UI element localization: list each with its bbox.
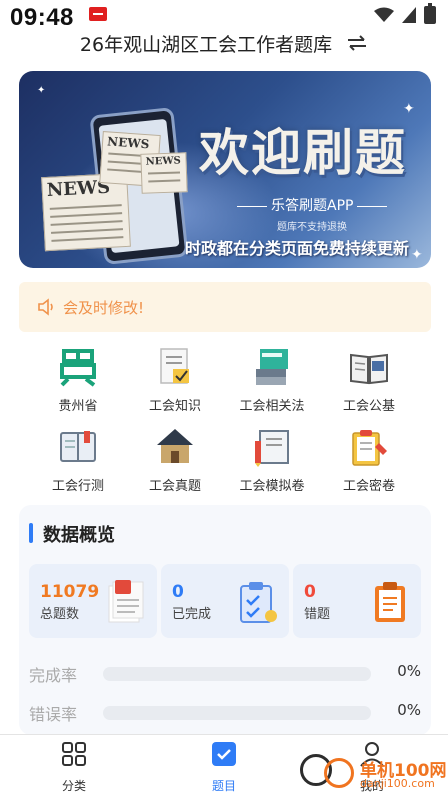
progress-track [103,667,371,681]
tab-label: 分类 [61,779,86,793]
category-label: 工会密卷 [342,479,395,494]
newspaper-title-3: NEWS [145,155,181,168]
category-grid: 贵州省 工会知识 工会相关法 工会公基 工会行测 工会真题 工会模拟卷 工会密卷 [19,345,431,495]
stat-completed[interactable]: 0 已完成 [161,564,289,638]
watermark-url: danji100.com [360,777,435,790]
banner-heading: 欢迎刷题 [199,123,407,182]
category-item-secret[interactable]: 工会密卷 [319,427,419,497]
newspaper-title-2: NEWS [106,134,150,152]
clipboard-list-icon [375,582,405,622]
sparkle-icon: ✦ [37,85,46,96]
category-label: 贵州省 [58,399,98,414]
rate-value: 0% [397,662,421,680]
open-book-icon [349,347,389,387]
stat-label: 错题 [304,607,331,622]
notice-bar[interactable]: 会及时修改! [19,282,431,332]
stat-value: 0 [172,582,184,602]
house-icon [155,427,195,467]
banner-app-name: 乐答刷题APP [233,195,391,215]
speaker-icon [38,298,53,316]
overview-title: 数据概览 [43,525,115,546]
stat-label: 已完成 [172,607,212,622]
notebook-icon [58,427,98,467]
category-label: 工会真题 [148,479,201,494]
stat-value: 11079 [40,582,100,602]
clipboard-check-icon [240,582,277,623]
checklist-document-icon [155,347,195,387]
section-accent-bar [29,523,33,543]
category-item-aptitude[interactable]: 工会行测 [28,427,128,497]
category-label: 工会模拟卷 [239,479,305,494]
category-item-guizhou[interactable]: 贵州省 [28,347,128,417]
category-item-basics[interactable]: 工会公基 [319,347,419,417]
document-stack-icon [108,580,144,623]
category-label: 工会知识 [148,399,201,414]
grid-icon [62,742,86,766]
newspaper-illustration-3: NEWS [140,152,188,194]
tab-label: 题目 [211,779,236,793]
signal-icon [402,7,416,23]
progress-track [103,706,371,720]
system-icons [374,3,436,24]
battery-icon [424,3,436,24]
promo-banner[interactable]: NEWS NEWS NEWS 欢迎刷题 乐答刷题APP 题库不支持退换 时政都在… [19,71,431,268]
stat-value: 0 [304,582,316,602]
category-item-mock[interactable]: 工会模拟卷 [222,427,322,497]
watermark-logo: 单机100网 danji100.com [298,748,448,794]
gui-character-icon [58,347,98,387]
clipboard-pencil-icon [349,427,389,467]
notice-text: 会及时修改! [63,298,145,317]
watermark-icon-ring [324,758,354,788]
newspaper-illustration: NEWS [41,172,131,252]
category-label: 工会相关法 [239,399,305,414]
completion-rate-row: 完成率 0% [29,660,421,685]
error-rate-row: 错误率 0% [29,699,421,724]
category-item-law[interactable]: 工会相关法 [222,347,322,417]
tab-category[interactable]: 分类 [14,741,134,795]
category-item-knowledge[interactable]: 工会知识 [125,347,225,417]
banner-note: 题库不支持退换 [277,222,347,233]
checkbox-icon [212,742,236,766]
pencil-book-icon [252,427,292,467]
app-header: 26年观山湖区工会工作者题库 [0,28,448,58]
sparkle-icon: ✦ [403,101,415,117]
rate-label: 错误率 [29,705,78,724]
switch-bank-icon[interactable] [346,34,368,52]
rate-value: 0% [397,701,421,719]
data-overview: 数据概览 11079 总题数 0 已完成 0 错题 完成率 0% 错误率 0% [19,505,431,735]
category-label: 工会公基 [342,399,395,414]
app-notification-icon [89,7,107,21]
category-label: 工会行测 [51,479,104,494]
category-item-real-exam[interactable]: 工会真题 [125,427,225,497]
stat-wrong[interactable]: 0 错题 [293,564,421,638]
banner-slogan: 时政都在分类页面免费持续更新 [185,239,410,258]
stat-total[interactable]: 11079 总题数 [29,564,157,638]
stat-label: 总题数 [40,607,80,622]
page-title: 26年观山湖区工会工作者题库 [79,33,333,56]
rate-label: 完成率 [29,666,78,685]
stacked-books-icon [252,347,292,387]
tab-questions[interactable]: 题目 [164,741,284,795]
sparkle-icon: ✦ [411,247,423,263]
wifi-icon [374,7,394,22]
